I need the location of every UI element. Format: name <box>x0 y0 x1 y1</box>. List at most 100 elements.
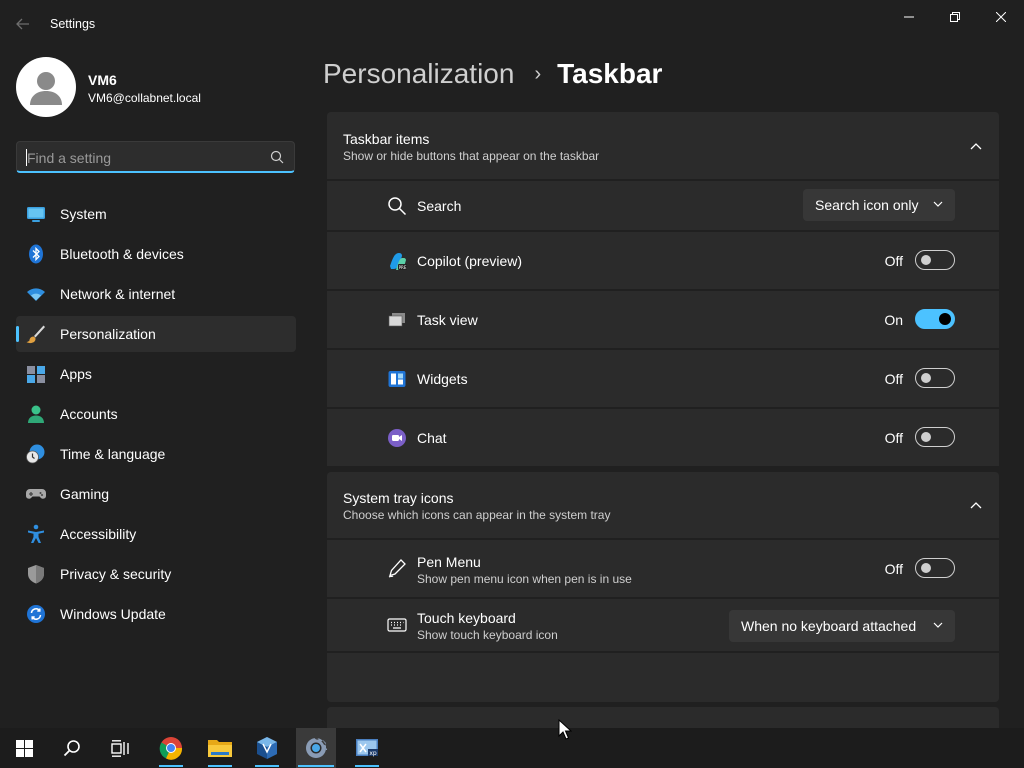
toggle-knob <box>921 432 931 442</box>
minimize-button[interactable] <box>886 4 932 30</box>
setting-label: Copilot (preview) <box>417 253 523 269</box>
sidebar-item-label: Network & internet <box>60 286 176 302</box>
chrome-icon <box>159 737 183 760</box>
title-bar: Settings <box>0 0 1024 48</box>
copilot-icon: PRE <box>390 253 407 270</box>
system-tray-icons-header[interactable]: System tray icons Choose which icons can… <box>327 472 999 538</box>
taskbar-file-explorer-button[interactable] <box>200 728 240 768</box>
taskbar-task-view-button[interactable] <box>100 728 140 768</box>
sidebar-item-label: Apps <box>60 366 92 382</box>
windows-xp-mode-icon: xp <box>356 739 378 757</box>
sidebar-nav: System Bluetooth & devices Network & int… <box>16 196 296 636</box>
taskbar-search-icon <box>63 740 80 757</box>
sidebar-item-time-language[interactable]: Time & language <box>16 436 296 472</box>
task-view-toggle[interactable] <box>915 309 955 329</box>
restore-icon <box>950 12 960 22</box>
setting-label: Task view <box>417 312 478 328</box>
setting-row-pen-menu: Pen Menu Show pen menu icon when pen is … <box>327 540 999 597</box>
setting-row-widgets: Widgets Off <box>327 350 999 407</box>
sidebar-item-privacy-security[interactable]: Privacy & security <box>16 556 296 592</box>
search-box[interactable] <box>16 141 295 173</box>
setting-label: Pen Menu <box>417 554 481 570</box>
setting-label: Widgets <box>417 371 468 387</box>
avatar[interactable] <box>16 57 76 117</box>
taskbar-xp-mode-button[interactable]: xp <box>347 728 387 768</box>
toggle-state-label: On <box>884 312 903 328</box>
close-icon <box>996 12 1006 22</box>
update-icon <box>27 605 45 623</box>
sidebar-item-label: Bluetooth & devices <box>60 246 184 262</box>
chevron-down-icon <box>933 201 943 207</box>
taskbar-virtualbox-button[interactable] <box>247 728 287 768</box>
sidebar-item-apps[interactable]: Apps <box>16 356 296 392</box>
windows-taskbar: xp <box>0 728 1024 768</box>
setting-label: Touch keyboard <box>417 610 516 626</box>
virtualbox-icon <box>257 737 277 759</box>
chat-toggle[interactable] <box>915 427 955 447</box>
person-icon <box>28 405 44 423</box>
taskbar-settings-button[interactable] <box>296 728 336 768</box>
dropdown-value: Search icon only <box>815 197 919 213</box>
widgets-toggle[interactable] <box>915 368 955 388</box>
toggle-knob <box>921 255 931 265</box>
setting-label: Search <box>417 198 462 214</box>
sidebar-item-bluetooth[interactable]: Bluetooth & devices <box>16 236 296 272</box>
user-name: VM6 <box>88 72 117 88</box>
setting-row-touch-keyboard: Touch keyboard Show touch keyboard icon … <box>327 599 999 651</box>
breadcrumb-parent-link[interactable]: Personalization <box>323 58 514 90</box>
shield-icon <box>28 565 44 584</box>
sidebar-item-label: Accessibility <box>60 526 137 542</box>
minimize-icon <box>904 16 914 18</box>
copilot-toggle[interactable] <box>915 250 955 270</box>
taskbar-task-view-icon <box>110 739 129 757</box>
sidebar-item-label: Personalization <box>60 326 156 342</box>
toggle-state-label: Off <box>884 253 903 269</box>
sidebar-item-label: Accounts <box>60 406 118 422</box>
sidebar-item-system[interactable]: System <box>16 196 296 232</box>
paintbrush-icon <box>26 325 45 344</box>
task-view-icon <box>388 313 405 327</box>
chevron-up-icon[interactable] <box>969 499 983 511</box>
wifi-icon <box>27 288 45 301</box>
next-section-header[interactable] <box>327 707 999 728</box>
section-title: System tray icons <box>343 490 454 506</box>
breadcrumb-separator: › <box>534 62 542 85</box>
touch-keyboard-dropdown[interactable]: When no keyboard attached <box>729 610 955 642</box>
breadcrumb: Personalization › Taskbar <box>323 58 662 90</box>
sidebar-item-accounts[interactable]: Accounts <box>16 396 296 432</box>
taskbar-chrome-button[interactable] <box>151 728 191 768</box>
search-icon[interactable] <box>270 150 284 164</box>
taskbar-search-button[interactable] <box>52 728 92 768</box>
app-title: Settings <box>50 17 96 31</box>
setting-row-search: Search Search icon only <box>327 181 999 230</box>
sidebar-item-label: Gaming <box>60 486 110 502</box>
sidebar-item-label: System <box>60 206 107 222</box>
search-input[interactable] <box>27 148 257 168</box>
sidebar-item-windows-update[interactable]: Windows Update <box>16 596 296 632</box>
sidebar-item-label: Time & language <box>60 446 166 462</box>
sidebar-item-gaming[interactable]: Gaming <box>16 476 296 512</box>
sidebar-item-label: Windows Update <box>60 606 166 622</box>
widgets-icon <box>388 371 406 387</box>
restore-button[interactable] <box>932 4 978 30</box>
setting-description: Show pen menu icon when pen is in use <box>417 572 632 586</box>
chevron-down-icon <box>933 622 943 628</box>
close-button[interactable] <box>978 4 1024 30</box>
start-button[interactable] <box>4 728 44 768</box>
pen-icon <box>388 559 406 578</box>
chevron-up-icon[interactable] <box>969 140 983 152</box>
section-subtitle: Choose which icons can appear in the sys… <box>343 508 611 522</box>
sidebar-item-network[interactable]: Network & internet <box>16 276 296 312</box>
setting-row-chat: Chat Off <box>327 409 999 466</box>
pen-menu-toggle[interactable] <box>915 558 955 578</box>
taskbar-items-header[interactable]: Taskbar items Show or hide buttons that … <box>327 112 999 179</box>
keyboard-icon <box>387 618 407 632</box>
back-button[interactable] <box>12 14 34 34</box>
section-title: Taskbar items <box>343 131 430 147</box>
search-mode-dropdown[interactable]: Search icon only <box>803 189 955 221</box>
mouse-cursor-icon <box>558 719 572 740</box>
sidebar-item-personalization[interactable]: Personalization <box>16 316 296 352</box>
clock-globe-icon <box>26 444 45 464</box>
page-title: Taskbar <box>557 58 663 89</box>
sidebar-item-accessibility[interactable]: Accessibility <box>16 516 296 552</box>
